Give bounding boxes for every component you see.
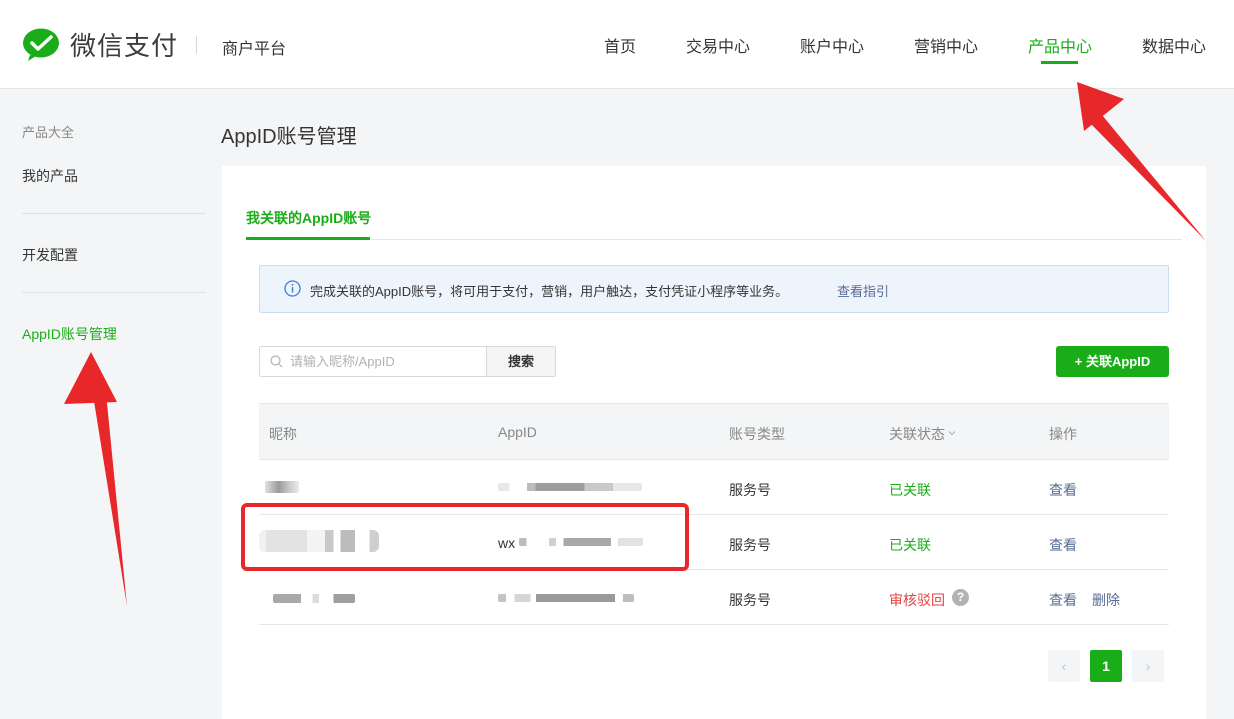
appid-redacted	[498, 594, 634, 602]
top-header: 微信支付 商户平台 首页 交易中心 账户中心 营销中心 产品中心 数据中心	[0, 0, 1234, 89]
info-icon	[284, 280, 301, 297]
search-box: 搜索	[259, 346, 556, 377]
wechat-pay-logo[interactable]: 微信支付	[22, 26, 178, 63]
nickname-redacted	[265, 481, 299, 493]
nav-account-center[interactable]: 账户中心	[800, 33, 864, 57]
sidebar-item-appid-management[interactable]: AppID账号管理	[22, 324, 117, 344]
sidebar-item-dev-config[interactable]: 开发配置	[22, 245, 78, 265]
column-header-link-status[interactable]: 关联状态	[889, 424, 956, 444]
tab-linked-appids[interactable]: 我关联的AppID账号	[246, 208, 371, 228]
pagination-prev-button[interactable]: ‹	[1048, 650, 1080, 682]
column-header-account-type: 账号类型	[729, 426, 785, 442]
sidebar: 产品大全 我的产品 开发配置 AppID账号管理	[0, 90, 206, 719]
logo-text: 微信支付	[70, 31, 179, 61]
column-header-nickname: 昵称	[269, 426, 297, 442]
annotation-highlight-box	[241, 503, 689, 571]
account-type: 服务号	[729, 482, 771, 498]
pagination-page-1[interactable]: 1	[1090, 650, 1122, 682]
view-link[interactable]: 查看	[1049, 480, 1077, 500]
nickname-redacted	[273, 594, 355, 603]
table-row: 服务号 审核驳回 ? 查看 删除	[259, 570, 1169, 625]
table-header: 昵称 AppID 账号类型 关联状态 操作	[259, 403, 1169, 460]
account-type: 服务号	[729, 537, 771, 553]
nav-marketing-center[interactable]: 营销中心	[914, 33, 978, 57]
platform-name: 商户平台	[222, 41, 287, 58]
search-icon	[270, 355, 283, 368]
view-link[interactable]: 查看	[1049, 535, 1077, 555]
notice-text: 完成关联的AppID账号，将可用于支付，营销，用户触达，支付凭证小程序等业务。	[310, 284, 789, 299]
search-button[interactable]: 搜索	[486, 346, 556, 377]
nav-trade-center[interactable]: 交易中心	[686, 33, 750, 57]
sidebar-group-label: 产品大全	[22, 125, 75, 140]
nav-home[interactable]: 首页	[604, 33, 636, 57]
tab-bar: 我关联的AppID账号	[246, 166, 1182, 240]
column-header-link-status-label: 关联状态	[889, 426, 945, 442]
column-header-appid: AppID	[498, 424, 537, 440]
delete-link[interactable]: 删除	[1092, 590, 1120, 610]
nav-data-center[interactable]: 数据中心	[1142, 33, 1206, 57]
wechat-pay-logo-icon	[23, 28, 59, 61]
sidebar-divider	[22, 213, 206, 214]
status-badge: 已关联	[889, 482, 931, 498]
sidebar-divider	[22, 292, 206, 293]
column-header-actions: 操作	[1049, 426, 1077, 442]
status-badge: 已关联	[889, 537, 931, 553]
view-link[interactable]: 查看	[1049, 590, 1077, 610]
account-type: 服务号	[729, 592, 771, 608]
search-input[interactable]	[290, 347, 486, 376]
help-icon[interactable]: ?	[952, 589, 969, 606]
tab-active-indicator	[246, 237, 370, 240]
chevron-down-icon	[948, 431, 956, 436]
pagination-next-button[interactable]: ›	[1132, 650, 1164, 682]
info-notice: 完成关联的AppID账号，将可用于支付，营销，用户触达，支付凭证小程序等业务。 …	[259, 265, 1169, 313]
nav-product-center[interactable]: 产品中心	[1028, 33, 1092, 57]
appid-redacted	[498, 483, 642, 491]
link-appid-button[interactable]: + 关联AppID	[1056, 346, 1169, 377]
page-title: AppID账号管理	[221, 126, 357, 148]
logo-divider	[196, 36, 197, 54]
status-badge: 审核驳回	[889, 592, 945, 608]
nav-active-indicator	[1041, 61, 1078, 64]
sidebar-item-my-products[interactable]: 我的产品	[22, 166, 78, 186]
view-guide-link[interactable]: 查看指引	[837, 281, 889, 300]
content-card: 我关联的AppID账号 完成关联的AppID账号，将可用于支付，营销，用户触达，…	[222, 166, 1206, 719]
